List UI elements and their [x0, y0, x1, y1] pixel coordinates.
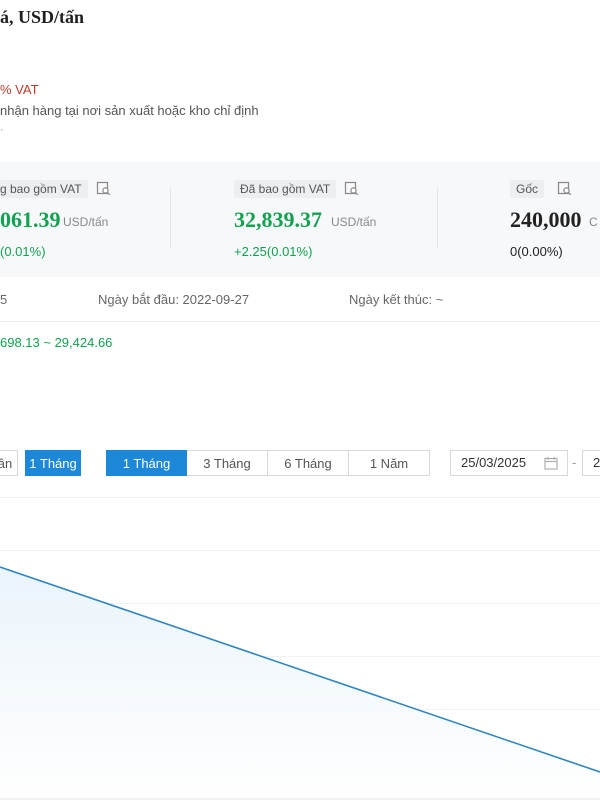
period-tab-6-months[interactable]: 6 Tháng — [268, 450, 349, 476]
period-tab-1-year[interactable]: 1 Năm — [349, 450, 430, 476]
divider — [0, 321, 600, 322]
date-fragment: 5 — [0, 292, 8, 307]
stat-tag-incl-vat: Đã bao gồm VAT — [234, 180, 337, 198]
price-range: 698.13 ~ 29,424.66 — [0, 335, 113, 350]
stat-divider — [170, 187, 171, 249]
stat-divider — [437, 187, 438, 249]
end-date: Ngày kết thúc: ~ — [349, 292, 444, 307]
stat-unit-excl-vat: USD/tấn — [63, 215, 109, 229]
delivery-note: nhận hàng tại nơi sản xuất hoặc kho chỉ … — [0, 103, 259, 118]
stat-tag-excl-vat: g bao gồm VAT — [0, 180, 88, 198]
period-button-cut[interactable]: ần — [0, 450, 18, 476]
page-title: á, USD/tấn — [0, 7, 85, 27]
stat-value-excl-vat: 061.39 — [0, 207, 61, 232]
small-mark: · — [0, 124, 4, 136]
period-tab-1-month[interactable]: 1 Tháng — [106, 450, 187, 476]
period-tab-3-months[interactable]: 3 Tháng — [187, 450, 268, 476]
vat-note: % VAT — [0, 82, 39, 97]
date-to-input[interactable]: 2 — [582, 450, 600, 476]
stat-change-incl-vat: +2.25(0.01%) — [234, 244, 313, 259]
stat-value-original: 240,000 — [510, 207, 582, 232]
calendar-icon[interactable] — [544, 456, 558, 470]
stat-change-excl-vat: (0.01%) — [0, 244, 46, 259]
search-doc-icon[interactable] — [344, 181, 359, 196]
search-doc-icon[interactable] — [557, 181, 572, 196]
price-stats-panel: g bao gồm VAT 061.39 USD/tấn (0.01%) Đã … — [0, 162, 600, 277]
date-separator: - — [572, 455, 577, 470]
stat-unit-original: C — [589, 215, 598, 229]
chart-area — [0, 567, 600, 800]
start-date: Ngày bắt đầu: 2022-09-27 — [98, 292, 250, 307]
search-doc-icon[interactable] — [96, 181, 111, 196]
period-button-active-left[interactable]: 1 Tháng — [25, 450, 81, 476]
stat-value-incl-vat: 32,839.37 — [234, 207, 322, 232]
stat-change-original: 0(0.00%) — [510, 244, 563, 259]
stat-tag-original: Gốc — [510, 180, 545, 198]
stat-unit-incl-vat: USD/tấn — [331, 215, 377, 229]
price-chart — [0, 497, 600, 800]
